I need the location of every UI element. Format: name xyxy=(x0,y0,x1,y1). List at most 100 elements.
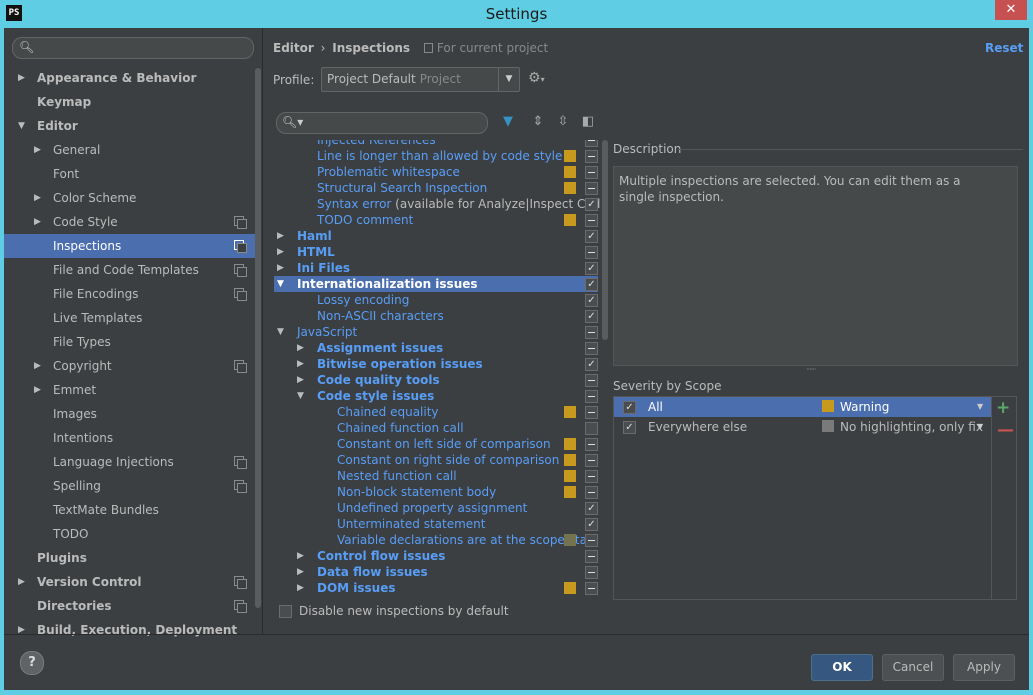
inspection-enabled-checkbox[interactable]: ✓ xyxy=(585,294,598,307)
inspection-row[interactable]: Undefined property assignment ✓ xyxy=(274,500,598,516)
inspection-enabled-checkbox[interactable]: ✓ xyxy=(585,230,598,243)
inspection-enabled-checkbox[interactable]: ✓ xyxy=(585,198,598,211)
sidebar-item-language-injections[interactable]: Language Injections xyxy=(4,450,261,474)
inspection-row[interactable]: Syntax error (available for Analyze|Insp… xyxy=(274,196,600,212)
inspection-enabled-checkbox[interactable] xyxy=(585,566,598,579)
filter-icon[interactable]: ▼ xyxy=(499,113,517,131)
disable-new-inspections-checkbox[interactable] xyxy=(279,605,292,618)
chevron-right-icon[interactable]: ▶ xyxy=(18,570,25,594)
inspection-row[interactable]: ▶ Data flow issues xyxy=(274,564,598,580)
sidebar-item-textmate-bundles[interactable]: TextMate Bundles xyxy=(4,498,261,522)
cancel-button[interactable]: Cancel xyxy=(882,654,944,681)
profile-dropdown[interactable]: Project Default Project ▼ xyxy=(321,67,520,92)
inspection-enabled-checkbox[interactable] xyxy=(585,326,598,339)
inspection-enabled-checkbox[interactable] xyxy=(585,342,598,355)
apply-button[interactable]: Apply xyxy=(953,654,1015,681)
close-window-button[interactable]: ✕ xyxy=(995,0,1027,20)
sidebar-item-images[interactable]: Images xyxy=(4,402,261,426)
inspection-enabled-checkbox[interactable]: ✓ xyxy=(585,502,598,515)
chevron-down-icon[interactable]: ▼ xyxy=(977,397,983,417)
chevron-right-icon[interactable]: ▶ xyxy=(18,618,25,642)
inspection-row[interactable]: Line is longer than allowed by code styl… xyxy=(274,148,598,164)
inspection-row[interactable]: ▶ HTML xyxy=(274,244,598,260)
inspection-row[interactable]: ▶ DOM issues xyxy=(274,580,598,596)
sidebar-item-general[interactable]: ▶ General xyxy=(4,138,261,162)
inspection-row[interactable]: ▼ Internationalization issues ✓ xyxy=(274,276,598,292)
inspection-search-input[interactable]: 🔍︎▾ xyxy=(276,112,488,134)
inspection-row[interactable]: Constant on left side of comparison xyxy=(274,436,598,452)
inspection-row[interactable]: ▶ Ini Files ✓ xyxy=(274,260,598,276)
inspection-row[interactable]: ▶ Assignment issues xyxy=(274,340,598,356)
reset-link[interactable]: Reset xyxy=(985,41,1023,55)
sidebar-item-todo[interactable]: TODO xyxy=(4,522,261,546)
sidebar-item-editor[interactable]: ▼ Editor xyxy=(4,114,261,138)
inspection-row[interactable]: Structural Search Inspection xyxy=(274,180,598,196)
inspection-enabled-checkbox[interactable] xyxy=(585,374,598,387)
chevron-right-icon[interactable]: ▶ xyxy=(34,378,41,402)
sidebar-item-copyright[interactable]: ▶ Copyright xyxy=(4,354,261,378)
inspection-enabled-checkbox[interactable] xyxy=(585,582,598,595)
sidebar-item-emmet[interactable]: ▶ Emmet xyxy=(4,378,261,402)
settings-search-input[interactable]: 🔍︎ xyxy=(12,37,254,59)
inspection-enabled-checkbox[interactable] xyxy=(585,534,598,547)
collapse-all-icon[interactable]: ⇳ xyxy=(554,113,572,131)
inspection-row[interactable]: Injected References xyxy=(274,140,598,148)
chevron-right-icon[interactable]: ▶ xyxy=(34,210,41,234)
chevron-right-icon[interactable]: ▶ xyxy=(34,354,41,378)
chevron-right-icon[interactable]: ▶ xyxy=(34,138,41,162)
chevron-down-icon[interactable]: ▼ xyxy=(977,417,983,437)
inspection-enabled-checkbox[interactable] xyxy=(585,470,598,483)
chevron-down-icon[interactable]: ▼ xyxy=(297,388,304,404)
chevron-right-icon[interactable]: ▶ xyxy=(297,356,304,372)
inspection-row[interactable]: ▼ Code style issues xyxy=(274,388,598,404)
gear-icon[interactable]: ⚙▾ xyxy=(528,70,545,86)
chevron-down-icon[interactable]: ▼ xyxy=(277,324,284,340)
inspection-row[interactable]: Variable declarations are at the scope s… xyxy=(274,532,598,548)
inspection-enabled-checkbox[interactable] xyxy=(585,390,598,403)
inspection-row[interactable]: ▼ JavaScript xyxy=(274,324,598,340)
inspection-row[interactable]: TODO comment xyxy=(274,212,598,228)
severity-scope-row[interactable]: ✓ All Warning ▼ xyxy=(614,397,991,417)
inspection-row[interactable]: ▶ Bitwise operation issues ✓ xyxy=(274,356,598,372)
chevron-right-icon[interactable]: ▶ xyxy=(297,340,304,356)
sidebar-item-spelling[interactable]: Spelling xyxy=(4,474,261,498)
inspection-row[interactable]: ▶ Code quality tools xyxy=(274,372,598,388)
inspection-enabled-checkbox[interactable]: ✓ xyxy=(585,358,598,371)
remove-scope-button[interactable]: — xyxy=(997,420,1014,440)
inspection-enabled-checkbox[interactable] xyxy=(585,182,598,195)
chevron-right-icon[interactable]: ▶ xyxy=(277,244,284,260)
inspection-row[interactable]: Chained equality xyxy=(274,404,598,420)
chevron-down-icon[interactable]: ▼ xyxy=(277,276,284,292)
inspection-enabled-checkbox[interactable]: ✓ xyxy=(585,518,598,531)
chevron-right-icon[interactable]: ▶ xyxy=(18,66,25,90)
severity-level-dropdown[interactable]: Warning xyxy=(840,397,889,417)
inspection-enabled-checkbox[interactable] xyxy=(585,438,598,451)
chevron-right-icon[interactable]: ▶ xyxy=(277,228,284,244)
splitter-grip-icon[interactable]: ······ xyxy=(806,365,816,374)
sidebar-item-version-control[interactable]: ▶ Version Control xyxy=(4,570,261,594)
inspection-row[interactable]: Non-block statement body xyxy=(274,484,598,500)
add-scope-button[interactable]: + xyxy=(996,398,1010,418)
sidebar-item-directories[interactable]: Directories xyxy=(4,594,261,618)
inspection-row[interactable]: Problematic whitespace xyxy=(274,164,598,180)
inspection-row[interactable]: ▶ Control flow issues xyxy=(274,548,598,564)
help-button[interactable]: ? xyxy=(20,651,44,675)
inspection-enabled-checkbox[interactable]: ✓ xyxy=(585,278,598,291)
expand-all-icon[interactable]: ⇕ xyxy=(529,113,547,131)
inspection-enabled-checkbox[interactable] xyxy=(585,422,598,435)
inspection-enabled-checkbox[interactable] xyxy=(585,166,598,179)
sidebar-item-file-and-code-templates[interactable]: File and Code Templates xyxy=(4,258,261,282)
sidebar-item-keymap[interactable]: Keymap xyxy=(4,90,261,114)
inspection-row[interactable]: Constant on right side of comparison xyxy=(274,452,598,468)
chevron-right-icon[interactable]: ▶ xyxy=(297,548,304,564)
inspection-enabled-checkbox[interactable] xyxy=(585,246,598,259)
inspection-enabled-checkbox[interactable] xyxy=(585,406,598,419)
settings-tree-scrollbar[interactable] xyxy=(255,68,261,608)
reset-to-default-icon[interactable]: ◧ xyxy=(579,113,597,131)
inspection-row[interactable]: Nested function call xyxy=(274,468,598,484)
sidebar-item-build-execution-deployment[interactable]: ▶ Build, Execution, Deployment xyxy=(4,618,261,642)
chevron-down-icon[interactable]: ▼ xyxy=(498,68,519,91)
inspection-row[interactable]: Lossy encoding ✓ xyxy=(274,292,598,308)
inspection-row[interactable]: ▶ Haml ✓ xyxy=(274,228,598,244)
inspection-tree-scrollbar[interactable] xyxy=(602,140,608,340)
